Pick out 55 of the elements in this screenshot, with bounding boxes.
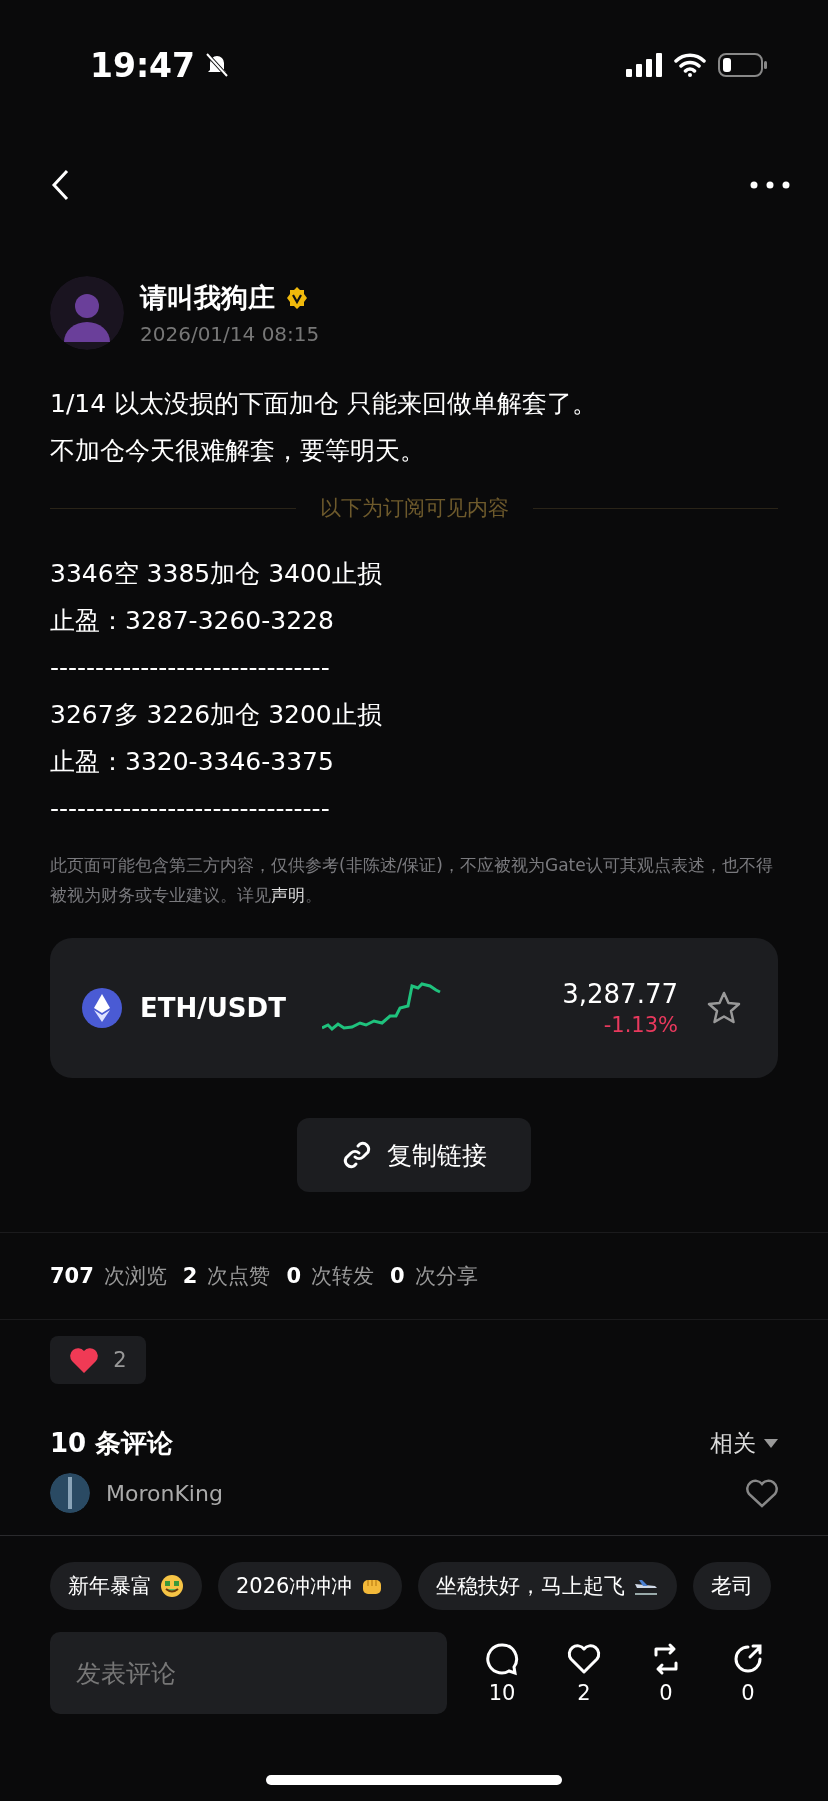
like-action[interactable]: 2 (557, 1641, 611, 1705)
post-text: ------------------------------- (50, 793, 331, 825)
link-icon (341, 1139, 373, 1171)
quick-reply-chip[interactable]: 坐稳扶好，马上起飞 (418, 1562, 678, 1610)
heart-reaction-button[interactable]: 2 (50, 1336, 146, 1384)
pair-name: ETH/USDT (140, 993, 287, 1023)
stat-count: 0 (286, 1264, 302, 1288)
stat-count: 707 (50, 1264, 94, 1288)
disclaimer-text: 此页面可能包含第三方内容，仅供参考(非陈述/保证)，不应被视为Gate认可其观点表述，也不得被视为财务或专业建议。详见声明。 (50, 854, 774, 907)
money-face-icon (160, 1574, 184, 1598)
clock-time: 19:47 (90, 45, 196, 85)
ticker-card[interactable]: ETH/USDT 3,287.77 -1.13% (50, 938, 778, 1078)
wifi-icon (674, 53, 706, 77)
post-date: 2026/01/14 08:15 (140, 322, 320, 346)
quick-reply-chip[interactable]: 2026冲冲冲 (218, 1562, 403, 1610)
heart-icon[interactable] (746, 1478, 778, 1508)
post-text: 不加仓今天很难解套，要等明天。 (50, 435, 426, 467)
stat-label: 次转发 (311, 1263, 375, 1290)
quick-reply-chip[interactable]: 老司 (693, 1562, 772, 1610)
post-text: 止盈：3287-3260-3228 (50, 605, 335, 637)
sort-dropdown[interactable]: 相关 (710, 1428, 778, 1459)
star-icon[interactable] (706, 990, 742, 1026)
battery-icon (718, 53, 768, 77)
caret-icon (764, 1439, 778, 1448)
more-icon[interactable] (750, 181, 790, 189)
stat-count: 0 (390, 1264, 405, 1288)
commenter-name[interactable]: MoronKing (106, 1480, 223, 1506)
stat-label: 次浏览 (103, 1263, 167, 1290)
stat-label: 次点赞 (207, 1263, 271, 1290)
post-text: 3346空 3385加仓 3400止损 (50, 558, 383, 590)
heart-icon (69, 1346, 100, 1374)
share-action[interactable]: 0 (721, 1641, 775, 1705)
signal-icon (626, 53, 662, 77)
comment-input[interactable]: 发表评论 (50, 1632, 447, 1714)
back-icon[interactable] (50, 168, 70, 202)
comments-title: 10 条评论 (50, 1427, 174, 1460)
post-text: 止盈：3320-3346-3375 (50, 746, 335, 778)
price-change: -1.13% (602, 1013, 678, 1037)
stat-label: 次分享 (414, 1263, 478, 1290)
copy-link-button[interactable]: 复制链接 (297, 1118, 531, 1192)
post-text: 3267多 3226加仓 3200止损 (50, 699, 383, 731)
ethereum-icon (82, 988, 122, 1028)
comment-action[interactable]: 10 (475, 1641, 529, 1705)
avatar[interactable] (50, 276, 124, 350)
statement-link[interactable]: 声明 (271, 885, 305, 905)
post-text: 1/14 以太没损的下面加仓 只能来回做单解套了。 (50, 388, 599, 420)
author-name[interactable]: 请叫我狗庄 (140, 280, 275, 316)
post-text: ------------------------------- (50, 652, 331, 684)
comment-icon (484, 1641, 520, 1677)
quick-reply-chip[interactable]: 新年暴富 (50, 1562, 202, 1610)
repost-action[interactable]: 0 (639, 1641, 693, 1705)
subscriber-divider-label: 以下为订阅可见内容 (319, 495, 509, 522)
commenter-avatar[interactable] (50, 1473, 90, 1513)
stat-count: 2 (182, 1264, 198, 1288)
price: 3,287.77 (562, 979, 678, 1009)
